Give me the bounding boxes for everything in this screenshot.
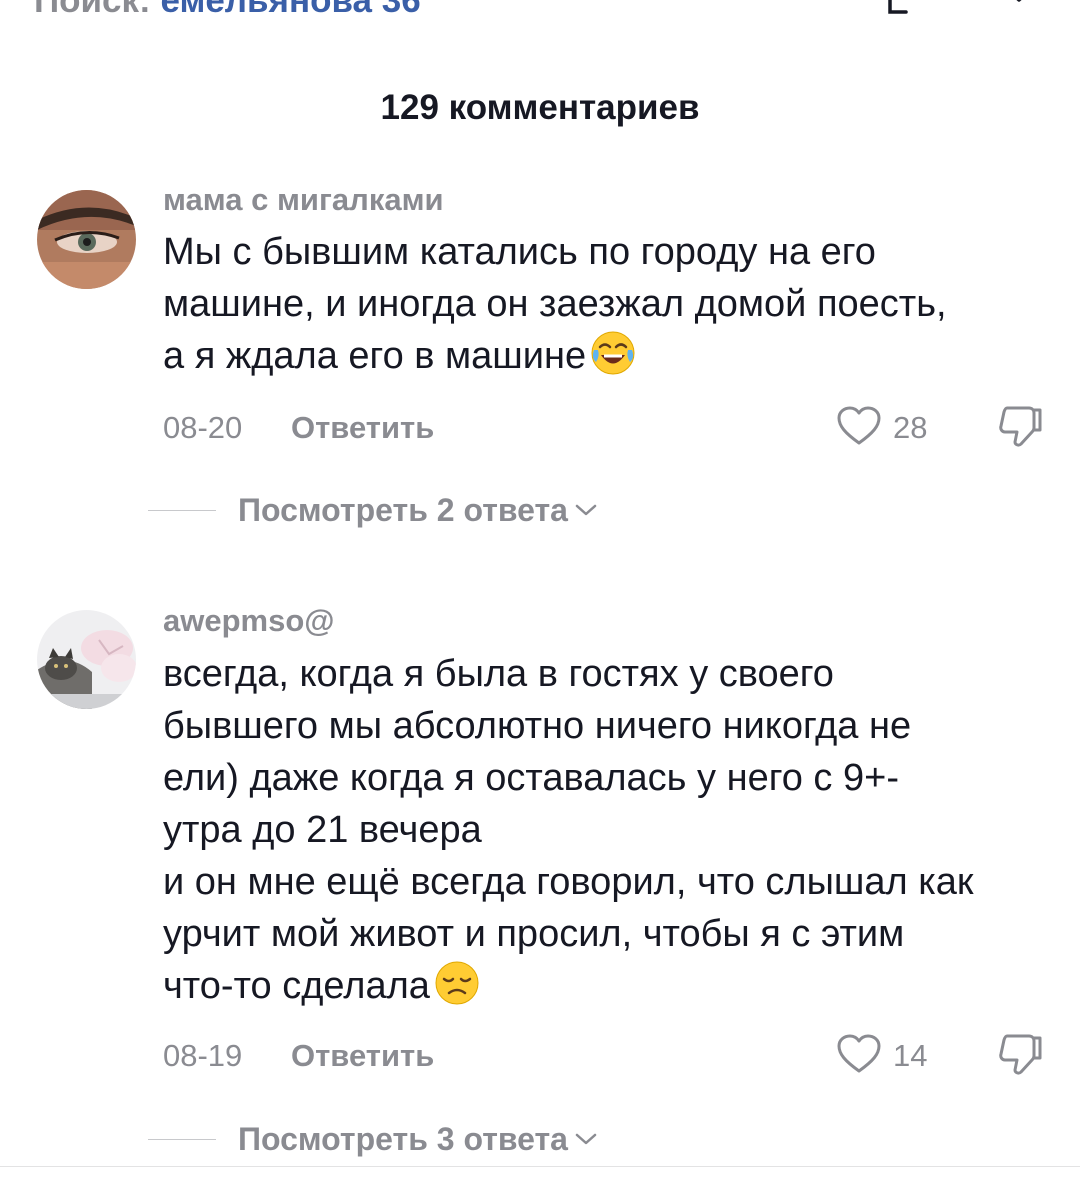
like-count: 28 [893,410,928,445]
avatar[interactable] [37,610,136,709]
reply-button[interactable]: Ответить [291,1038,434,1074]
comments-count-title: 129 комментариев [380,88,700,127]
avatar-cat-flower-image [37,610,136,709]
comment-username[interactable]: awepmso@ [163,603,335,639]
comment-meta: 08-19 Ответить 14 [163,1034,1053,1078]
heart-icon[interactable] [835,1030,883,1078]
comment-date: 08-19 [163,1038,243,1073]
like-count: 14 [893,1038,928,1073]
thumbs-down-icon[interactable] [993,402,1045,452]
search-summary[interactable]: Поиск: емельянова 36 [34,0,421,22]
chevron-down-icon [575,1133,597,1145]
comment-body: Мы с бывшим катались по городу на его ма… [163,231,947,377]
view-replies[interactable]: Посмотреть 3 ответа [148,1117,748,1161]
avatar[interactable] [37,190,136,289]
comment-body: всегда, когда я была в гостях у своего б… [163,653,974,1007]
comment-username[interactable]: мама с мигалками [163,182,444,218]
heart-icon[interactable] [835,402,883,450]
comment-text: Мы с бывшим катались по городу на его ма… [163,226,1063,382]
avatar-eye-image [37,190,136,289]
face-with-tears-of-joy-icon [591,331,635,375]
thumbs-down-icon[interactable] [993,1030,1045,1080]
disappointed-face-icon [435,961,479,1005]
comment-date: 08-20 [163,410,243,445]
reply-button[interactable]: Ответить [291,410,434,446]
view-replies[interactable]: Посмотреть 2 ответа [148,488,748,532]
view-replies-label: Посмотреть 3 ответа [238,1121,568,1157]
expand-icon[interactable] [884,0,924,18]
replies-divider-line [148,510,216,511]
replies-divider-line [148,1139,216,1140]
search-label: Поиск: [34,0,151,20]
bottom-divider [0,1166,1080,1167]
view-replies-button[interactable]: Посмотреть 3 ответа [238,1120,598,1158]
view-replies-button[interactable]: Посмотреть 2 ответа [238,491,598,529]
close-icon[interactable] [998,0,1040,20]
view-replies-label: Посмотреть 2 ответа [238,492,568,528]
comment-meta: 08-20 Ответить 28 [163,406,1053,450]
comment-text: всегда, когда я была в гостях у своего б… [163,648,1063,1012]
chevron-down-icon [575,504,597,516]
search-bar[interactable]: Поиск: емельянова 36 [0,0,1080,30]
search-query: емельянова 36 [160,0,421,20]
